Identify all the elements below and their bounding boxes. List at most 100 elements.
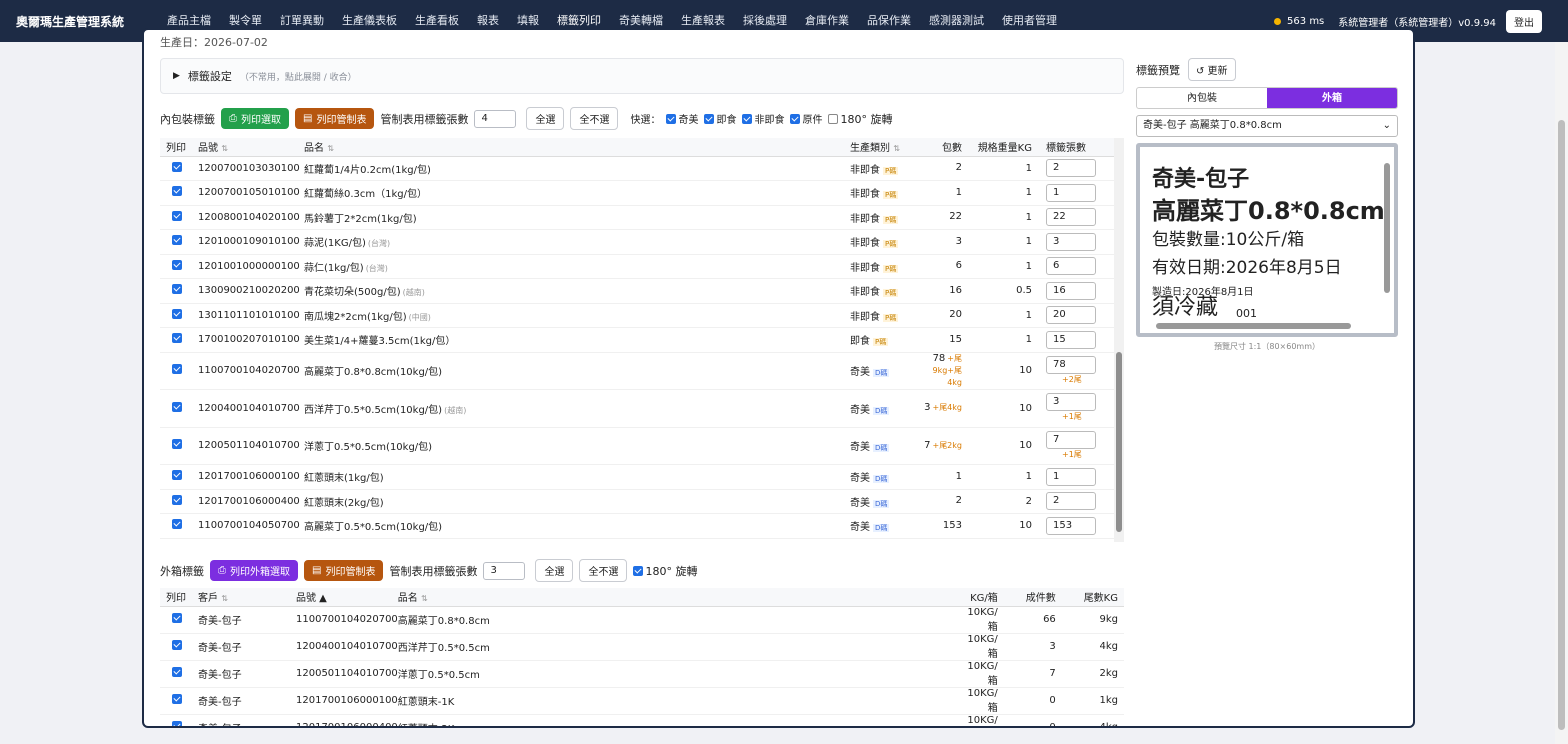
rotate-toggle[interactable]: 180° 旋轉 xyxy=(828,111,892,127)
select-all-button[interactable]: 全選 xyxy=(526,107,565,130)
row-qty-input[interactable]: 3 xyxy=(1046,393,1096,412)
inner-table-scroll-thumb[interactable] xyxy=(1116,352,1122,532)
outer-control-count-input[interactable]: 3 xyxy=(483,561,526,580)
row-qty-input[interactable]: 15 xyxy=(1046,330,1096,349)
row-print-checkbox[interactable] xyxy=(172,640,182,650)
table-row[interactable]: 1200501104010700 洋蔥丁0.5*0.5cm(10kg/包) 奇美 D碼… xyxy=(160,427,1124,465)
label-horizontal-thumb[interactable] xyxy=(1156,323,1351,329)
label-horizontal-scrollbar[interactable] xyxy=(1144,322,1384,330)
row-qty-input[interactable]: 20 xyxy=(1046,306,1096,325)
quick-checkbox[interactable] xyxy=(704,113,715,124)
row-print-checkbox[interactable] xyxy=(172,161,182,172)
table-row[interactable]: 1300900210020200 青花菜切朵(500g/包) (越南) 非即食 P碼 16… xyxy=(160,278,1124,304)
row-qty-input[interactable]: 2 xyxy=(1046,159,1096,178)
table-row[interactable]: 1100700104020700 高麗菜丁0.8*0.8cm(10kg/包) 奇美 D… xyxy=(160,352,1124,390)
page-scrollbar[interactable] xyxy=(1555,42,1568,744)
control-count-input[interactable]: 4 xyxy=(474,109,517,128)
row-qty-input[interactable]: 153 xyxy=(1046,516,1096,535)
row-qty-input[interactable]: 2 xyxy=(1046,492,1096,511)
select-none-button[interactable]: 全不選 xyxy=(570,107,619,130)
page-scroll-thumb[interactable] xyxy=(1558,120,1565,730)
row-qty-input[interactable]: 1 xyxy=(1046,183,1096,202)
label-select[interactable]: 奇美-包子 高麗菜丁0.8*0.8cm ⌄ xyxy=(1136,115,1398,137)
row-qty-input[interactable]: 6 xyxy=(1046,257,1096,276)
refresh-button[interactable]: ↺ 更新 xyxy=(1188,58,1236,81)
row-customer: 奇美-包子 xyxy=(198,660,296,688)
row-print-checkbox[interactable] xyxy=(172,259,182,270)
row-print-checkbox[interactable] xyxy=(172,333,182,344)
outer-col-name[interactable]: 品名 ⇅ xyxy=(397,588,958,607)
col-category[interactable]: 生產類別 ⇅ xyxy=(850,138,920,157)
tab-inner[interactable]: 內包裝 xyxy=(1137,88,1267,108)
row-print-checkbox[interactable] xyxy=(172,667,182,677)
table-row[interactable]: 奇美-包子 1100700104020700 高麗菜丁0.8*0.8cm 10KG/箱… xyxy=(160,606,1124,634)
table-row[interactable]: 1201001000000100 蒜仁(1kg/包) (台灣) 非即食 P碼 6 1 6 xyxy=(160,254,1124,279)
row-print-checkbox[interactable] xyxy=(172,284,182,295)
row-print-checkbox[interactable] xyxy=(172,519,182,530)
row-category: 非即食 xyxy=(850,238,880,250)
inner-table-scrollbar[interactable] xyxy=(1114,138,1124,542)
table-row[interactable]: 奇美-包子 1201700106000100 紅蔥頭末-1K 10KG/箱 0 1kg xyxy=(160,687,1124,715)
print-control-sheet-button[interactable]: ▤ 列印管制表 xyxy=(295,108,375,129)
col-code[interactable]: 品號 ⇅ xyxy=(198,138,304,157)
row-qty-input[interactable]: 3 xyxy=(1046,232,1096,251)
quick-select-0[interactable]: 奇美 xyxy=(666,111,698,126)
row-qty-input[interactable]: 78 xyxy=(1046,355,1096,374)
row-print-checkbox[interactable] xyxy=(172,439,182,450)
table-row[interactable]: 1700100207010100 美生菜1/4+蘿蔓3.5cm(1kg/包） 即食 P… xyxy=(160,327,1124,353)
print-outer-control-button[interactable]: ▤ 列印管制表 xyxy=(304,560,384,581)
quick-label: 即食 xyxy=(716,115,737,126)
row-qty-input[interactable]: 16 xyxy=(1046,281,1096,300)
row-print-checkbox[interactable] xyxy=(172,694,182,704)
rotate-checkbox[interactable] xyxy=(828,113,839,124)
quick-select-1[interactable]: 即食 xyxy=(704,111,736,126)
col-name[interactable]: 品名 ⇅ xyxy=(304,138,850,157)
table-row[interactable]: 1200700105010100 紅蘿蔔絲0.3cm（1kg/包） 非即食 P碼 1 1 1 xyxy=(160,180,1124,206)
row-qty-input[interactable]: 7 xyxy=(1046,430,1096,449)
row-print-checkbox[interactable] xyxy=(172,308,182,319)
row-print-checkbox[interactable] xyxy=(172,186,182,197)
table-row[interactable]: 1200800104020100 馬鈴薯丁2*2cm(1kg/包) 非即食 P碼 22 1… xyxy=(160,205,1124,230)
row-category: 奇美 xyxy=(850,404,870,416)
label-settings-collapsible[interactable]: ▶ 標籤設定 （不常用，點此展開 / 收合） xyxy=(160,58,1124,94)
row-qty-input[interactable]: 22 xyxy=(1046,208,1096,227)
outer-select-all-button[interactable]: 全選 xyxy=(535,559,574,582)
table-row[interactable]: 1200400104010700 西洋芹丁0.5*0.5cm(10kg/包) (越南… xyxy=(160,389,1124,428)
row-category-cell: 奇美 D碼 xyxy=(850,389,920,428)
row-print-checkbox[interactable] xyxy=(172,613,182,623)
quick-select-3[interactable]: 原件 xyxy=(790,111,822,126)
quick-checkbox[interactable] xyxy=(742,113,753,124)
table-row[interactable]: 1100700104050700 高麗菜丁0.5*0.5cm(10kg/包) 奇美 D… xyxy=(160,513,1124,539)
outer-rotate-checkbox[interactable] xyxy=(633,565,644,576)
outer-rotate-toggle[interactable]: 180° 旋轉 xyxy=(633,563,697,579)
outer-select-none-button[interactable]: 全不選 xyxy=(579,559,628,582)
tab-outer[interactable]: 外箱 xyxy=(1267,88,1397,108)
print-outer-selected-button[interactable]: ⎙ 列印外箱選取 xyxy=(210,560,298,581)
table-row[interactable]: 1301101101010100 南瓜塊2*2cm(1kg/包) (中國) 非即食 P碼… xyxy=(160,303,1124,328)
outer-col-customer[interactable]: 客戶 ⇅ xyxy=(198,588,296,607)
row-print-checkbox[interactable] xyxy=(172,401,182,412)
row-print-checkbox[interactable] xyxy=(172,721,182,726)
outer-col-code[interactable]: 品號 ▲ xyxy=(296,588,398,607)
row-print-checkbox[interactable] xyxy=(172,364,182,375)
table-row[interactable]: 奇美-包子1201700106000400紅蔥頭末-2K10KG/箱04kg xyxy=(160,714,1124,726)
table-row[interactable]: 1201000109010100 蒜泥(1KG/包) (台灣) 非即食 P碼 3 1 3 xyxy=(160,229,1124,255)
row-weight: 10 xyxy=(962,352,1032,390)
row-qty-input[interactable]: 1 xyxy=(1046,467,1096,486)
row-print-checkbox[interactable] xyxy=(172,235,182,246)
logout-button[interactable]: 登出 xyxy=(1506,9,1542,33)
table-row[interactable]: 1201700106000400 紅蔥頭末(2kg/包) 奇美 D碼 2 2 2 xyxy=(160,489,1124,514)
row-print-checkbox[interactable] xyxy=(172,494,182,505)
quick-select-2[interactable]: 非即食 xyxy=(742,111,784,126)
table-row[interactable]: 1201700106000100 紅蔥頭末(1kg/包) 奇美 D碼 1 1 1 xyxy=(160,464,1124,490)
table-row[interactable]: 1200700103030100 紅蘿蔔1/4片0.2cm(1kg/包) 非即食 P碼… xyxy=(160,156,1124,181)
label-vertical-scrollbar[interactable] xyxy=(1383,151,1391,319)
table-row[interactable]: 奇美-包子 1200400104010700 西洋芹丁0.5*0.5cm 10KG/箱… xyxy=(160,633,1124,661)
quick-checkbox[interactable] xyxy=(666,113,677,124)
table-row[interactable]: 奇美-包子 1200501104010700 洋蔥丁0.5*0.5cm 10KG/箱 7… xyxy=(160,660,1124,688)
print-selected-button[interactable]: ⎙ 列印選取 xyxy=(221,108,289,129)
row-print-checkbox[interactable] xyxy=(172,210,182,221)
quick-checkbox[interactable] xyxy=(790,113,801,124)
label-vertical-thumb[interactable] xyxy=(1384,163,1390,293)
row-print-checkbox[interactable] xyxy=(172,470,182,481)
